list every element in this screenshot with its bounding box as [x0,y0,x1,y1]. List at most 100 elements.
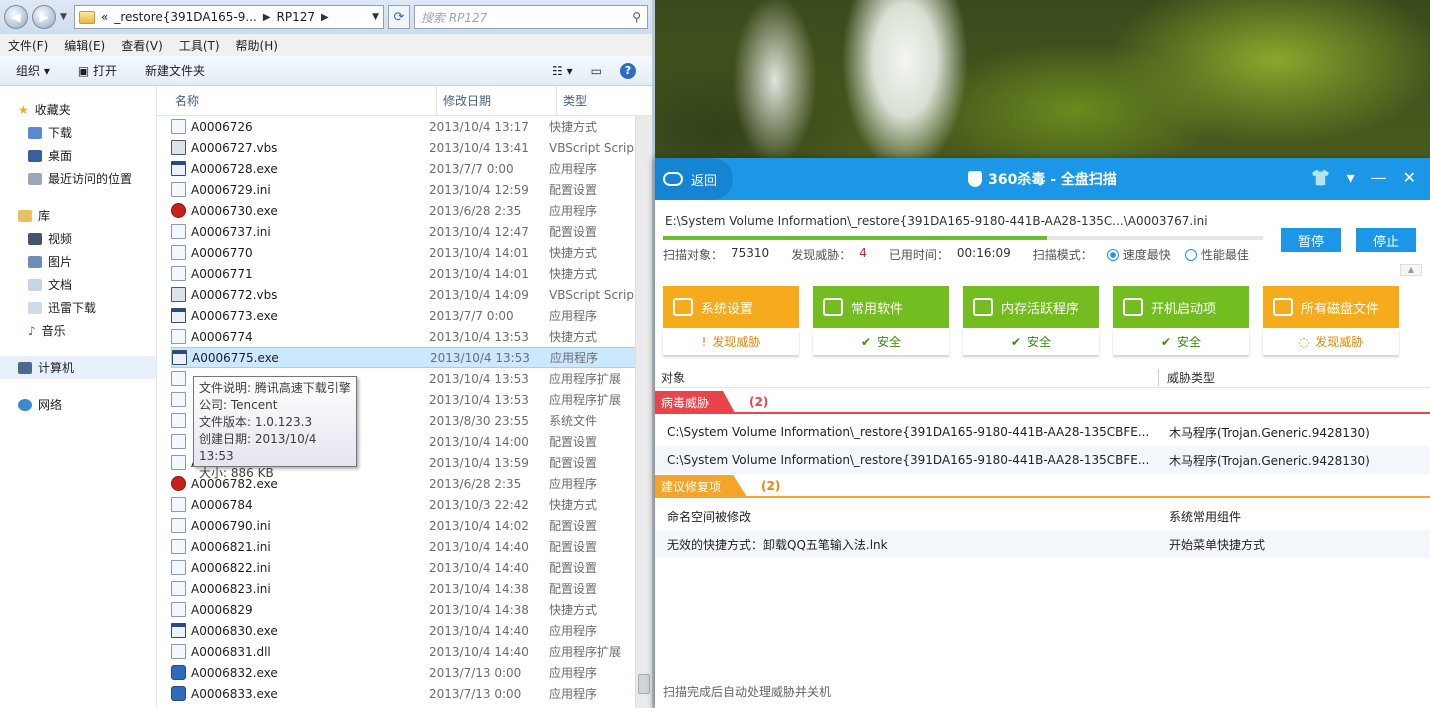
threat-type: 木马程序(Trojan.Generic.9428130) [1169,453,1370,468]
file-row[interactable]: A0006823.ini 2013/10/4 14:38 配置设置 [171,578,652,599]
column-date[interactable]: 修改日期 [437,86,557,115]
sidebar-item-desktop[interactable]: 桌面 [0,144,156,167]
file-row[interactable]: A0006790.ini 2013/10/4 14:02 配置设置 [171,515,652,536]
address-bar[interactable]: « _restore{391DA165-9... ▶ RP127 ▶ ▼ [74,5,384,29]
open-button[interactable]: ▣ 打开 [78,62,117,79]
address-segment[interactable]: _restore{391DA165-9... [114,10,257,24]
column-object[interactable]: 对象 [655,369,1159,386]
refresh-icon[interactable]: ⟳ [388,5,410,29]
auto-shutdown-option[interactable]: 扫描完成后自动处理威胁并关机 [663,683,831,700]
file-row[interactable]: A0006774 2013/10/4 13:53 快捷方式 [171,326,652,347]
scan-category-card[interactable]: 开机启动项 ✔ 安全 [1113,286,1249,355]
scan-category-card[interactable]: 系统设置! 发现威胁 [663,286,799,355]
address-segment[interactable]: RP127 [277,10,315,24]
file-row[interactable]: A0006829 2013/10/4 14:38 快捷方式 [171,599,652,620]
file-name: A0006833.exe [191,686,278,701]
sidebar-item-music[interactable]: ♪ 音乐 [0,319,156,342]
file-type: 快捷方式 [549,120,598,134]
file-row[interactable]: A0006728.exe 2013/7/7 0:00 应用程序 [171,158,652,179]
fix-row[interactable]: 命名空间被修改 系统常用组件 [655,502,1430,530]
menu-tools[interactable]: 工具(T) [179,37,220,54]
file-row[interactable]: A0006771 2013/10/4 14:01 快捷方式 [171,263,652,284]
file-row[interactable]: A0006737.ini 2013/10/4 12:47 配置设置 [171,221,652,242]
vertical-scrollbar[interactable] [635,116,652,708]
organize-button[interactable]: 组织 ▾ [16,62,50,79]
menu-help[interactable]: 帮助(H) [236,37,278,54]
sidebar-item-downloads[interactable]: 下载 [0,121,156,144]
column-threat-type[interactable]: 威胁类型 [1159,369,1215,386]
menu-icon[interactable]: ▾ [1347,168,1355,187]
sidebar-item-libraries[interactable]: 库 [0,204,156,227]
menu-edit[interactable]: 编辑(E) [64,37,105,54]
skin-icon[interactable]: 👕 [1311,168,1331,187]
search-input[interactable]: 搜索 RP127 ⚲ [414,5,648,29]
close-icon[interactable]: ✕ [1403,168,1416,187]
file-type: 配置设置 [549,456,598,470]
scroll-up-icon[interactable]: ▲ [1400,264,1422,276]
scan-category-card[interactable]: 常用软件 ✔ 安全 [813,286,949,355]
address-overflow[interactable]: « [101,10,108,24]
sidebar-item-network[interactable]: 网络 [0,393,156,416]
scan-category-card[interactable]: 所有磁盘文件 ◌ 发现威胁 [1263,286,1399,355]
mode-perf-option[interactable]: 性能最佳 [1179,246,1249,263]
menu-file[interactable]: 文件(F) [8,37,48,54]
file-row[interactable]: A0006784 2013/10/3 22:42 快捷方式 [171,494,652,515]
preview-pane-icon[interactable]: ▭ [591,64,602,78]
back-arrow-icon[interactable]: ◀ [4,5,28,29]
file-row[interactable]: A0006822.ini 2013/10/4 14:40 配置设置 [171,557,652,578]
minimize-icon[interactable]: — [1371,168,1387,187]
history-dropdown-icon[interactable]: ▼ [60,12,70,22]
column-type[interactable]: 类型 [557,86,647,115]
mode-fast-option[interactable]: 速度最快 [1101,246,1171,263]
file-row[interactable]: A0006727.vbs 2013/10/4 13:41 VBScript Scri… [171,137,652,158]
chevron-down-icon[interactable]: ▼ [372,12,379,22]
threat-row[interactable]: C:\System Volume Information\_restore{39… [655,446,1430,474]
fix-section-label: 建议修复项 [655,475,748,497]
menu-view[interactable]: 查看(V) [121,37,163,54]
status-text: 安全 [1027,335,1052,349]
fix-row[interactable]: 无效的快捷方式：卸载QQ五笔输入法.lnk 开始菜单快捷方式 [655,530,1430,558]
file-row[interactable]: A0006773.exe 2013/7/7 0:00 应用程序 [171,305,652,326]
sidebar-item-favorites[interactable]: ★ 收藏夹 [0,98,156,121]
file-row[interactable]: A0006831.dll 2013/10/4 14:40 应用程序扩展 [171,641,652,662]
file-date: 2013/10/4 14:40 [429,560,529,575]
file-row[interactable]: A0006770 2013/10/4 14:01 快捷方式 [171,242,652,263]
sidebar-item-computer[interactable]: 计算机 [0,356,156,379]
threat-row[interactable]: C:\System Volume Information\_restore{39… [655,418,1430,446]
new-folder-button[interactable]: 新建文件夹 [145,62,205,79]
file-row[interactable]: A0006775.exe 2013/10/4 13:53 应用程序 [171,347,652,368]
file-date: 2013/6/28 2:35 [429,203,522,218]
scrollbar-thumb[interactable] [638,674,650,694]
file-row[interactable]: A0006832.exe 2013/7/13 0:00 应用程序 [171,662,652,683]
sidebar-item-thunder[interactable]: 迅雷下载 [0,296,156,319]
file-row[interactable]: A0006833.exe 2013/7/13 0:00 应用程序 [171,683,652,704]
column-name[interactable]: 名称 [175,86,437,115]
virus-section-header: 病毒威胁 (2) [655,391,1430,414]
file-row[interactable]: A0006821.ini 2013/10/4 14:40 配置设置 [171,536,652,557]
view-options-icon[interactable]: ☷ ▾ [552,64,573,78]
chevron-right-icon[interactable]: ▶ [321,12,329,23]
file-row[interactable]: A0006726 2013/10/4 13:17 快捷方式 [171,116,652,137]
sidebar-item-pictures[interactable]: 图片 [0,250,156,273]
exe-file-icon [172,350,187,365]
chevron-right-icon[interactable]: ▶ [263,12,271,23]
file-name: A0006730.exe [191,203,278,218]
file-row[interactable]: A0006730.exe 2013/6/28 2:35 应用程序 [171,200,652,221]
scanned-label: 扫描对象： [663,248,724,262]
file-date: 2013/10/4 14:09 [429,287,529,302]
search-icon[interactable]: ⚲ [632,10,641,24]
file-type: 应用程序 [549,477,598,491]
file-row[interactable]: A0006729.ini 2013/10/4 12:59 配置设置 [171,179,652,200]
sidebar-item-recent[interactable]: 最近访问的位置 [0,167,156,190]
sidebar-item-videos[interactable]: 视频 [0,227,156,250]
forward-arrow-icon[interactable]: ▶ [32,5,56,29]
file-row[interactable]: A0006830.exe 2013/10/4 14:40 应用程序 [171,620,652,641]
sidebar-item-documents[interactable]: 文档 [0,273,156,296]
stop-button[interactable]: 停止 [1356,228,1416,252]
help-icon[interactable]: ? [620,62,636,79]
card-title: 内存活跃程序 [1001,301,1080,317]
scan-category-card[interactable]: 内存活跃程序 ✔ 安全 [963,286,1099,355]
file-row[interactable]: A0006772.vbs 2013/10/4 14:09 VBScript Scri… [171,284,652,305]
pause-button[interactable]: 暂停 [1281,228,1341,252]
back-button[interactable]: 返回 [655,158,733,200]
